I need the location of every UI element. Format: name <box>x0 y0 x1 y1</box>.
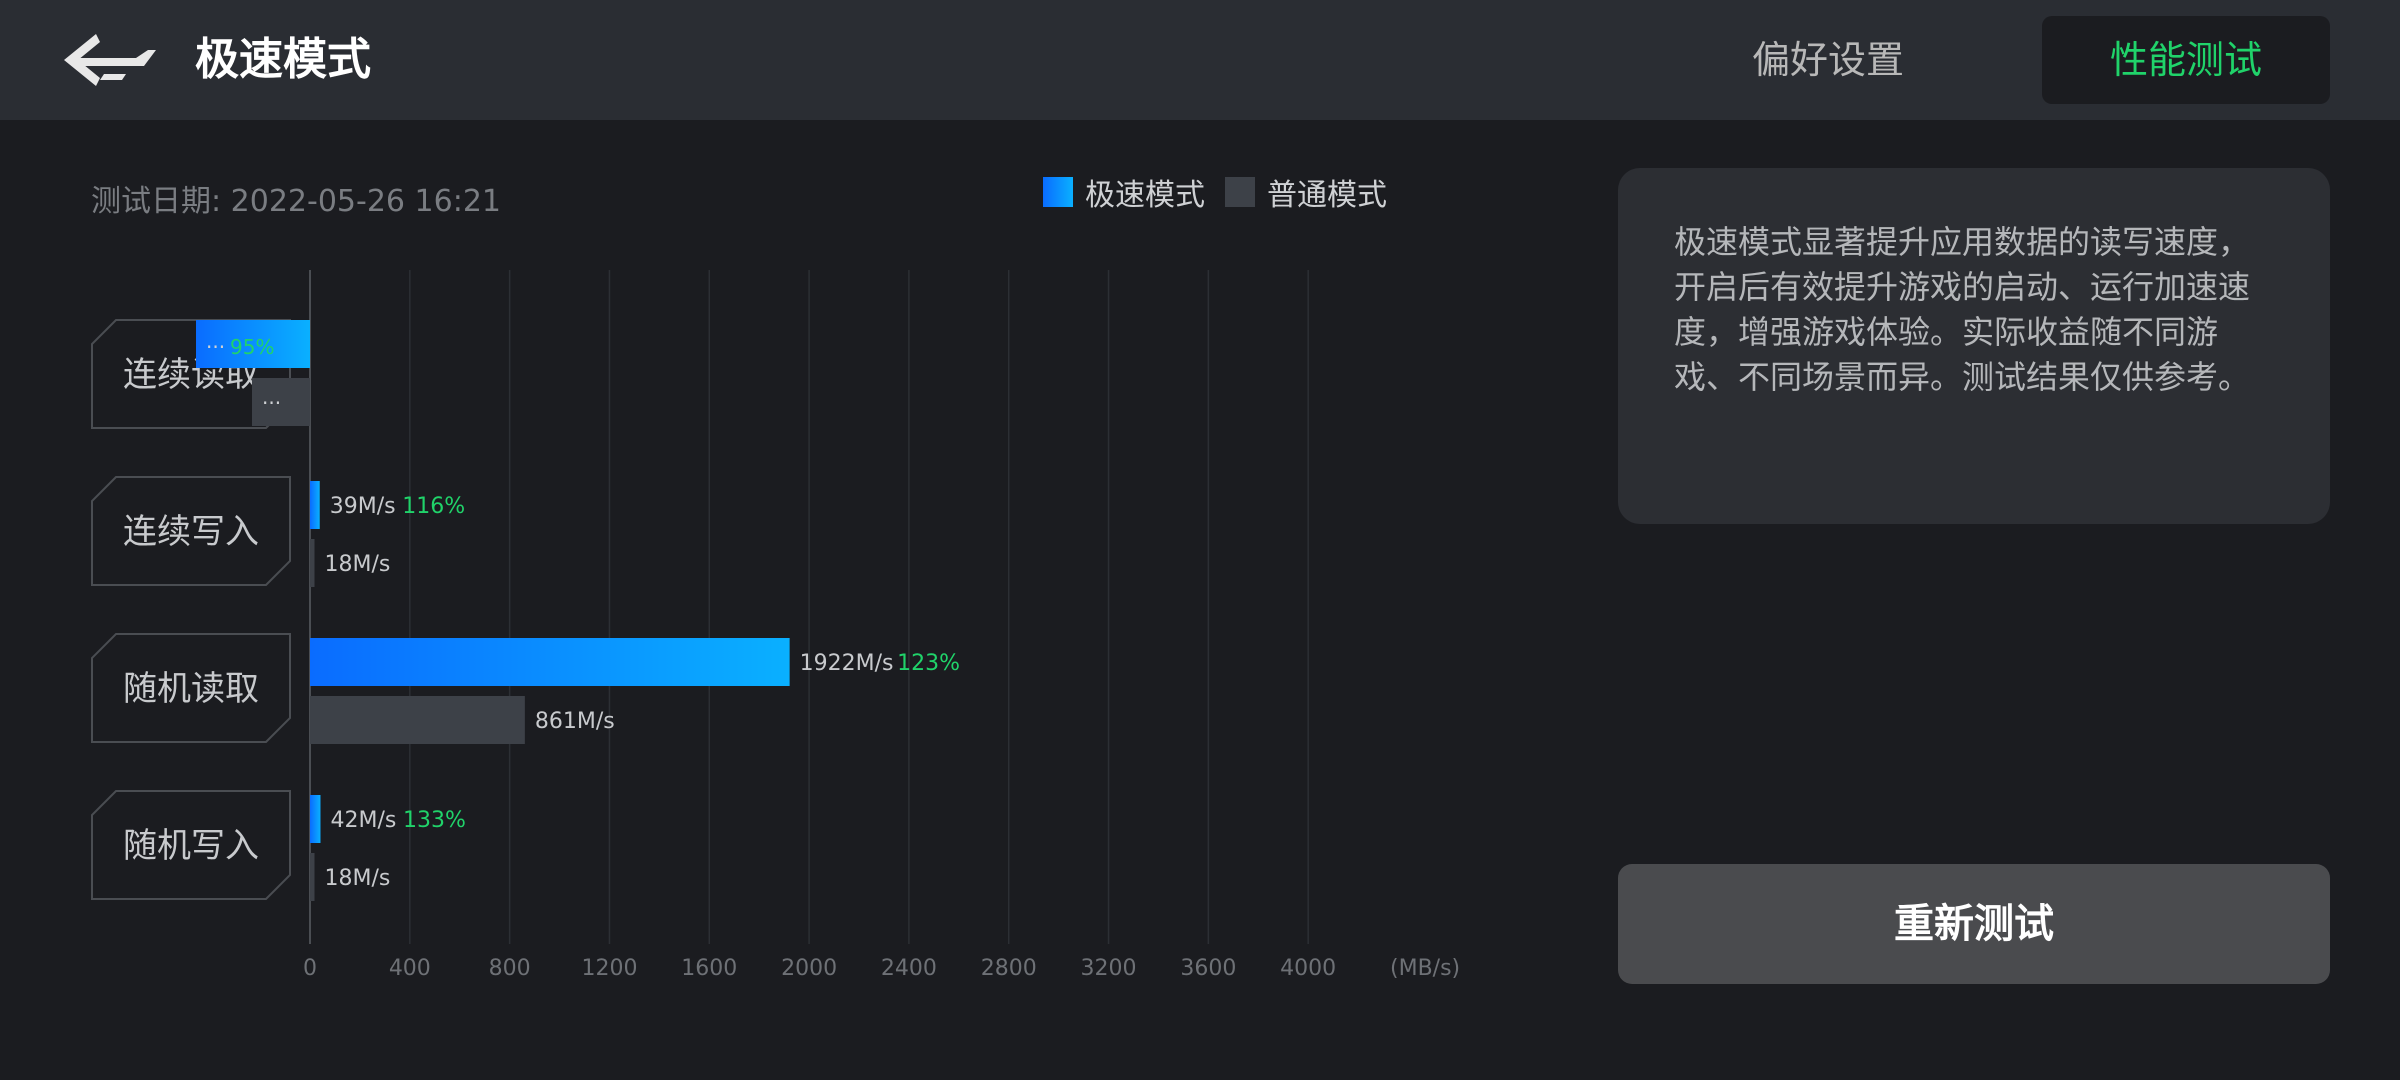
normal-bar <box>310 539 315 587</box>
fast-bar-label: 42M/s <box>330 808 396 833</box>
x-tick-label: 3200 <box>1081 956 1137 981</box>
fast-bar <box>310 481 320 529</box>
normal-bar <box>310 853 315 901</box>
x-tick-label: 800 <box>489 956 531 981</box>
x-tick-label: 1600 <box>681 956 737 981</box>
improvement-label: 123% <box>897 651 960 676</box>
tab-performance-test[interactable]: 性能测试 <box>2042 16 2330 104</box>
speed-bar-chart: 连续读取连续写入随机读取随机写入 ··· 95%···39M/s 116%18M/s… <box>91 270 1460 981</box>
x-tick-label: 2800 <box>981 956 1037 981</box>
improvement-label: 95% <box>230 335 274 359</box>
fast-bar-label: 39M/s <box>330 494 396 519</box>
x-tick-label: 3600 <box>1180 956 1236 981</box>
tab-preferences[interactable]: 偏好设置 <box>1752 32 1904 88</box>
x-tick-label: 1200 <box>581 956 637 981</box>
x-axis-unit: (MB/s) <box>1390 956 1460 981</box>
x-tick-label: 400 <box>389 956 431 981</box>
fast-bar <box>310 795 321 843</box>
category-label: 随机读取 <box>123 669 259 709</box>
fast-bar <box>310 638 790 686</box>
info-card: 极速模式显著提升应用数据的读写速度，开启后有效提升游戏的启动、运行加速速度，增强… <box>1618 168 2330 524</box>
improvement-label: 133% <box>403 808 466 833</box>
improvement-label: 116% <box>402 494 465 519</box>
x-tick-label: 2000 <box>781 956 837 981</box>
info-description: 极速模式显著提升应用数据的读写速度，开启后有效提升游戏的启动、运行加速速度，增强… <box>1674 223 2251 396</box>
retest-button[interactable]: 重新测试 <box>1618 864 2330 984</box>
normal-bar-label: 861M/s <box>535 709 615 734</box>
x-tick-label: 4000 <box>1280 956 1336 981</box>
normal-bar-label: 18M/s <box>324 552 390 577</box>
category-label: 随机写入 <box>123 826 259 866</box>
fast-bar-label: ··· <box>206 335 225 359</box>
category-label: 连续写入 <box>123 512 259 552</box>
normal-bar-label: 18M/s <box>324 866 390 891</box>
normal-bar-label: ··· <box>262 391 281 415</box>
normal-bar <box>310 696 525 744</box>
fast-bar-label: 1922M/s <box>800 651 894 676</box>
x-tick-label: 0 <box>303 956 317 981</box>
x-tick-label: 2400 <box>881 956 937 981</box>
